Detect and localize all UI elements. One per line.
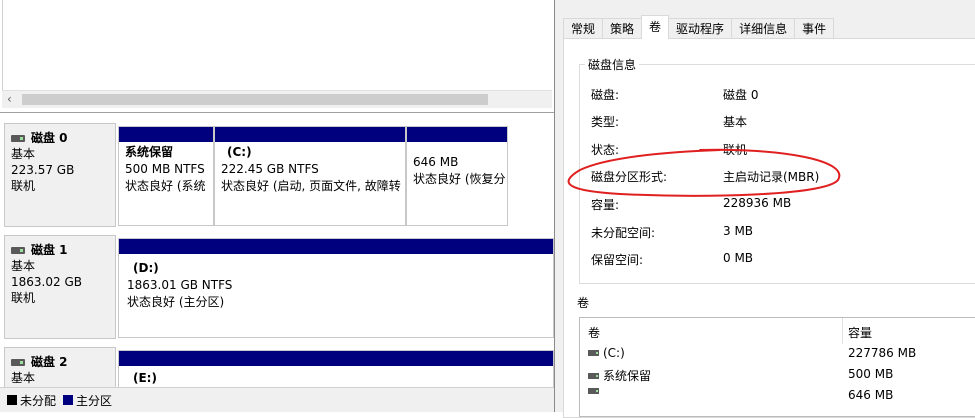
info-label-status: 状态: (591, 143, 620, 157)
disk-status: 联机 (11, 179, 36, 193)
disk-label-2[interactable]: 磁盘 2 基本 (4, 347, 116, 391)
column-volume[interactable]: 卷 (588, 324, 600, 341)
tab-policies[interactable]: 策略 (602, 18, 643, 39)
partition-size: 1863.01 GB NTFS (127, 278, 233, 292)
partition-status: 状态良好 (启动, 页面文件, 故障转 (221, 179, 401, 193)
partition-status: 状态良好 (主分区) (127, 295, 225, 309)
disk-type: 基本 (11, 259, 36, 273)
tab-general[interactable]: 常规 (563, 18, 604, 39)
partition-size: 500 MB NTFS (125, 162, 205, 176)
info-label-type: 类型: (591, 115, 620, 129)
volume-list-area[interactable] (2, 0, 553, 90)
info-label-unallocated: 未分配空间: (591, 226, 656, 240)
info-value-capacity: 228936 MB (723, 196, 792, 210)
disk-status: 联机 (11, 291, 36, 305)
disk-icon (11, 358, 25, 366)
disk-properties-dialog: 常规 策略 卷 驱动程序 详细信息 事件 磁盘信息 磁盘: 磁盘 0 类型: 基… (554, 0, 975, 418)
partition-status: 状态良好 (系统 (125, 179, 206, 193)
volume-icon (588, 388, 599, 394)
list-item[interactable]: 系统保留 500 MB (580, 367, 975, 387)
volumes-header: 卷 容量 (580, 318, 975, 344)
primary-swatch (63, 395, 74, 405)
column-capacity[interactable]: 容量 (848, 324, 872, 341)
volumes-title: 卷 (577, 296, 590, 310)
list-item[interactable]: 646 MB (580, 388, 975, 408)
disk-info-title: 磁盘信息 (585, 56, 640, 73)
partition-c[interactable]: (C:) 222.45 GB NTFS 状态良好 (启动, 页面文件, 故障转 (214, 126, 406, 226)
legend-bar: 未分配 主分区 (0, 387, 554, 412)
disk-icon (11, 246, 25, 254)
info-label-disk: 磁盘: (591, 88, 620, 102)
partition-name: (C:) (227, 145, 252, 159)
disk-size: 223.57 GB (11, 163, 75, 177)
info-label-capacity: 容量: (591, 198, 620, 212)
partition-size: 222.45 GB NTFS (221, 162, 319, 176)
legend-unallocated: 未分配 (20, 393, 57, 408)
volume-capacity: 227786 MB (848, 346, 917, 360)
scrollbar-thumb[interactable] (22, 94, 488, 105)
volume-icon (588, 372, 599, 379)
info-value-disk: 磁盘 0 (723, 88, 759, 102)
disk-label-1[interactable]: 磁盘 1 基本 1863.02 GB 联机 (4, 235, 116, 339)
partition-size: 646 MB (413, 155, 459, 169)
volume-name: 系统保留 (603, 369, 652, 383)
volume-name: (C:) (603, 346, 625, 360)
info-value-type: 基本 (723, 115, 748, 129)
tab-events[interactable]: 事件 (794, 18, 835, 39)
disk-type: 基本 (11, 147, 36, 161)
partition-system-reserved[interactable]: 系统保留 500 MB NTFS 状态良好 (系统 (118, 126, 214, 226)
legend-primary: 主分区 (76, 393, 113, 408)
tab-details[interactable]: 详细信息 (731, 18, 796, 39)
disk-name: 磁盘 0 (11, 130, 115, 146)
partition-recovery[interactable]: 646 MB 状态良好 (恢复分 (406, 126, 508, 226)
partition-name: (D:) (133, 261, 159, 275)
info-value-unallocated: 3 MB (723, 224, 754, 238)
partition-d[interactable]: (D:) 1863.01 GB NTFS 状态良好 (主分区) (118, 238, 554, 338)
disk-type: 基本 (11, 371, 36, 385)
info-label-partition-style: 磁盘分区形式: (591, 170, 668, 184)
volume-icon (588, 350, 599, 356)
tab-driver[interactable]: 驱动程序 (668, 18, 733, 39)
disk-management-pane: ‹ 磁盘 0 基本 223.57 GB 联机 系统保留 500 MB NTFS … (0, 0, 554, 412)
volumes-list[interactable]: 卷 容量 (C:) 227786 MB 系统保留 500 MB 646 MB (579, 317, 975, 417)
tab-volumes[interactable]: 卷 (641, 15, 670, 39)
disk-name: 磁盘 2 (11, 354, 115, 370)
partition-name: 系统保留 (125, 145, 174, 159)
unallocated-swatch (7, 395, 17, 405)
tab-strip: 常规 策略 卷 驱动程序 详细信息 事件 (563, 15, 835, 39)
disk-label-0[interactable]: 磁盘 0 基本 223.57 GB 联机 (4, 123, 116, 227)
disk-graphical-view: 磁盘 0 基本 223.57 GB 联机 系统保留 500 MB NTFS 状态… (0, 112, 554, 391)
volume-capacity: 500 MB (848, 367, 894, 381)
disk-icon (11, 134, 25, 142)
info-value-status: 联机 (723, 143, 748, 157)
partition-status: 状态良好 (恢复分 (413, 172, 506, 186)
horizontal-scrollbar[interactable]: ‹ (2, 90, 552, 108)
info-label-reserved: 保留空间: (591, 253, 644, 267)
disk-name: 磁盘 1 (11, 242, 115, 258)
scroll-left-icon[interactable]: ‹ (7, 92, 12, 106)
partition-name: (E:) (133, 371, 157, 385)
list-item[interactable]: (C:) 227786 MB (580, 346, 975, 366)
volume-capacity: 646 MB (848, 388, 894, 402)
disk-size: 1863.02 GB (11, 275, 82, 289)
info-value-partition-style: 主启动记录(MBR) (723, 170, 820, 184)
partition-e[interactable]: (E:) (118, 350, 554, 390)
info-value-reserved: 0 MB (723, 251, 754, 265)
